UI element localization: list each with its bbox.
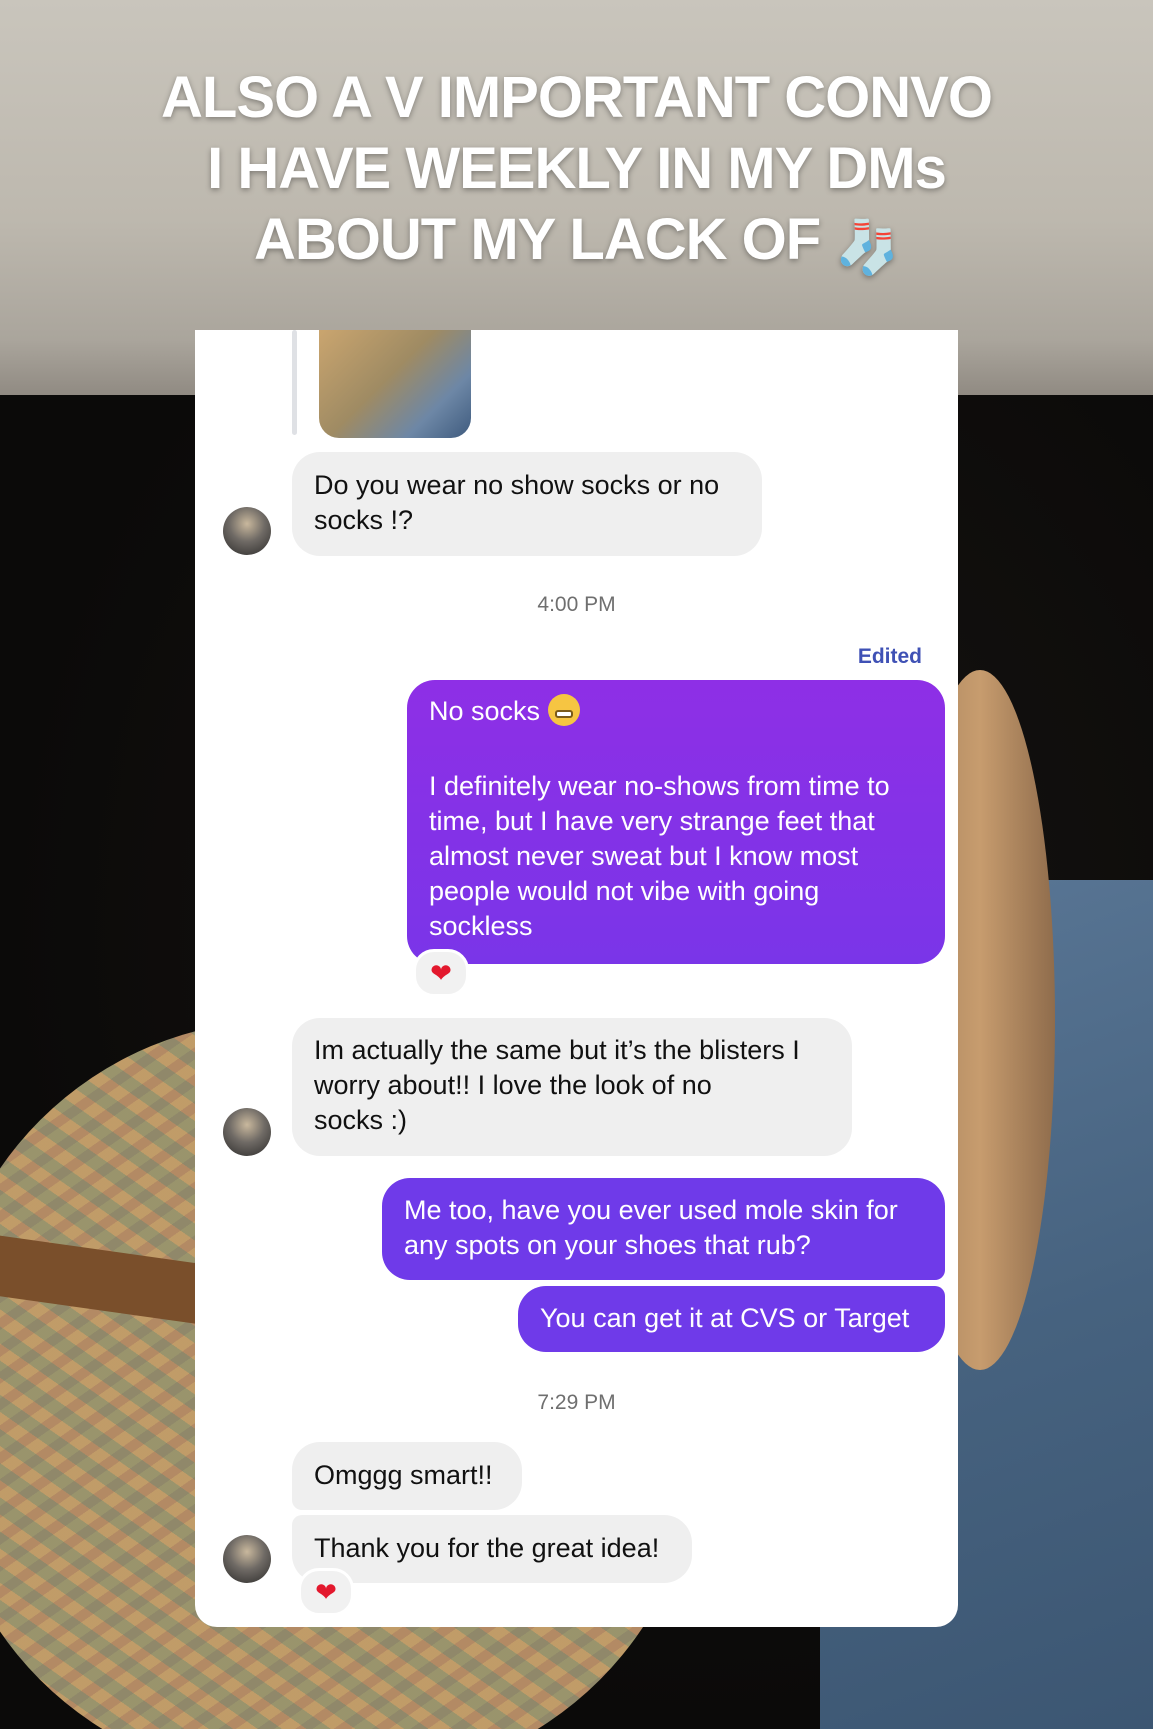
sock-icon: 🧦 xyxy=(835,219,900,277)
message-text: Do you wear no show socks or no socks !? xyxy=(314,470,720,535)
shared-photo-thumbnail[interactable] xyxy=(319,330,471,438)
avatar[interactable] xyxy=(223,507,271,555)
avatar[interactable] xyxy=(223,1535,271,1583)
timestamp: 4:00 PM xyxy=(537,593,616,616)
dm-thread-screenshot: Do you wear no show socks or no socks !?… xyxy=(195,330,958,1627)
heart-reaction-icon[interactable]: ❤ xyxy=(413,949,469,997)
grimacing-face-icon xyxy=(547,694,580,726)
headline-line-1: ALSO A V IMPORTANT CONVO xyxy=(161,65,993,130)
message-bubble-outgoing[interactable]: Me too, have you ever used mole skin for… xyxy=(382,1178,945,1280)
message-text: I definitely wear no-shows from time to … xyxy=(429,771,890,941)
reply-indicator-bar xyxy=(292,330,297,435)
message-bubble-outgoing[interactable]: You can get it at CVS or Target xyxy=(518,1286,945,1352)
message-text: Me too, have you ever used mole skin for… xyxy=(404,1195,898,1260)
headline-line-3-text: ABOUT MY LACK OF xyxy=(254,207,821,272)
edited-label: Edited xyxy=(857,645,922,668)
heart-reaction-icon[interactable]: ❤ xyxy=(298,1568,354,1616)
message-bubble-incoming[interactable]: Do you wear no show socks or no socks !? xyxy=(292,452,762,556)
message-text: No socks xyxy=(429,696,541,726)
message-bubble-incoming[interactable]: Thank you for the great idea! xyxy=(292,1515,692,1583)
story-headline: ALSO A V IMPORTANT CONVO I HAVE WEEKLY I… xyxy=(0,62,1153,284)
headline-line-2: I HAVE WEEKLY IN MY DMs xyxy=(207,136,947,201)
message-bubble-incoming[interactable]: Im actually the same but it’s the bliste… xyxy=(292,1018,852,1156)
timestamp: 7:29 PM xyxy=(537,1391,616,1414)
headline-line-3: ABOUT MY LACK OF 🧦 xyxy=(0,204,1153,284)
avatar[interactable] xyxy=(223,1108,271,1156)
message-text: Thank you for the great idea! xyxy=(314,1533,660,1563)
message-text: Im actually the same but it’s the bliste… xyxy=(314,1035,800,1135)
message-text: Omggg smart!! xyxy=(314,1460,493,1490)
message-bubble-incoming[interactable]: Omggg smart!! xyxy=(292,1442,522,1510)
message-text: You can get it at CVS or Target xyxy=(540,1303,910,1333)
message-bubble-outgoing[interactable]: No socks I definitely wear no-shows from… xyxy=(407,680,945,964)
message-line: No socks xyxy=(429,694,923,729)
